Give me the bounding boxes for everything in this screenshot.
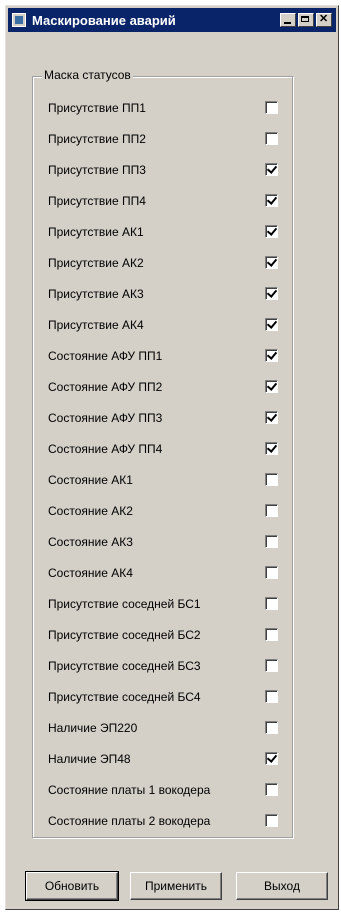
status-row-label: Присутствие АК1 [48,224,144,239]
status-row[interactable]: Присутствие АК4 [48,309,278,340]
status-row[interactable]: Присутствие соседней БС2 [48,619,278,650]
status-row-label: Присутствие ПП2 [48,131,146,146]
status-row[interactable]: Состояние платы 1 вокодера [48,774,278,805]
status-row-label: Состояние АФУ ПП4 [48,441,163,456]
status-row-label: Состояние АФУ ПП1 [48,348,163,363]
status-row-label: Состояние платы 2 вокодера [48,813,211,828]
status-checkbox[interactable] [265,349,278,362]
status-row[interactable]: Присутствие соседней БС4 [48,681,278,712]
status-row-label: Состояние платы 1 вокодера [48,782,211,797]
app-window-icon [12,13,26,27]
status-row-label: Присутствие ПП1 [48,100,146,115]
status-row-label: Присутствие соседней БС4 [48,689,201,704]
apply-button[interactable]: Применить [130,872,222,900]
status-row-label: Наличие ЭП220 [48,720,138,735]
status-row[interactable]: Состояние АК3 [48,526,278,557]
status-checkbox[interactable] [265,287,278,300]
status-row-label: Состояние АК3 [48,534,133,549]
status-checkbox-list: Присутствие ПП1 Присутствие ПП2 Присутстви… [48,92,278,836]
status-checkbox[interactable] [265,628,278,641]
status-row-label: Присутствие АК2 [48,255,144,270]
maximize-button[interactable] [298,13,314,27]
status-row[interactable]: Присутствие АК2 [48,247,278,278]
status-row-label: Присутствие ПП3 [48,162,146,177]
status-row[interactable]: Присутствие АК1 [48,216,278,247]
status-checkbox[interactable] [265,318,278,331]
status-row[interactable]: Наличие ЭП48 [48,743,278,774]
status-row[interactable]: Присутствие соседней БС3 [48,650,278,681]
groupbox-title: Маска статусов [42,68,133,82]
status-checkbox[interactable] [265,101,278,114]
status-row[interactable]: Состояние АФУ ПП2 [48,371,278,402]
status-checkbox[interactable] [265,163,278,176]
status-row-label: Наличие ЭП48 [48,751,131,766]
status-row[interactable]: Присутствие АК3 [48,278,278,309]
status-row[interactable]: Присутствие ПП4 [48,185,278,216]
status-checkbox[interactable] [265,783,278,796]
status-checkbox[interactable] [265,411,278,424]
status-row[interactable]: Состояние АФУ ПП3 [48,402,278,433]
window-title: Маскирование аварий [32,12,176,28]
status-row[interactable]: Состояние АФУ ПП1 [48,340,278,371]
status-checkbox[interactable] [265,597,278,610]
status-row-label: Присутствие соседней БС2 [48,627,201,642]
exit-button[interactable]: Выход [236,872,328,900]
status-checkbox[interactable] [265,442,278,455]
status-row-label: Присутствие ПП4 [48,193,146,208]
status-checkbox[interactable] [265,535,278,548]
status-row[interactable]: Состояние АК4 [48,557,278,588]
refresh-button[interactable]: Обновить [25,871,119,901]
status-row-label: Присутствие соседней БС1 [48,596,201,611]
status-row-label: Состояние АФУ ПП2 [48,379,163,394]
status-checkbox[interactable] [265,380,278,393]
minimize-button[interactable] [280,13,296,27]
status-checkbox[interactable] [265,814,278,827]
status-row[interactable]: Присутствие соседней БС1 [48,588,278,619]
status-checkbox[interactable] [265,194,278,207]
status-row[interactable]: Состояние АК2 [48,495,278,526]
status-checkbox[interactable] [265,225,278,238]
status-checkbox[interactable] [265,473,278,486]
status-row-label: Присутствие АК3 [48,286,144,301]
status-checkbox[interactable] [265,752,278,765]
status-checkbox[interactable] [265,659,278,672]
status-row-label: Состояние АК4 [48,565,133,580]
title-bar[interactable]: Маскирование аварий [8,8,336,32]
status-row-label: Состояние АК2 [48,503,133,518]
status-row-label: Присутствие соседней БС3 [48,658,201,673]
status-checkbox[interactable] [265,690,278,703]
status-row-label: Присутствие АК4 [48,317,144,332]
status-checkbox[interactable] [265,504,278,517]
status-row[interactable]: Состояние АФУ ПП4 [48,433,278,464]
status-row[interactable]: Присутствие ПП2 [48,123,278,154]
status-row[interactable]: Состояние платы 2 вокодера [48,805,278,836]
status-row[interactable]: Присутствие ПП3 [48,154,278,185]
status-row[interactable]: Состояние АК1 [48,464,278,495]
status-row[interactable]: Присутствие ПП1 [48,92,278,123]
status-checkbox[interactable] [265,256,278,269]
status-checkbox[interactable] [265,721,278,734]
status-row-label: Состояние АК1 [48,472,133,487]
status-row-label: Состояние АФУ ПП3 [48,410,163,425]
status-row[interactable]: Наличие ЭП220 [48,712,278,743]
status-checkbox[interactable] [265,566,278,579]
close-button[interactable] [316,12,332,27]
status-checkbox[interactable] [265,132,278,145]
